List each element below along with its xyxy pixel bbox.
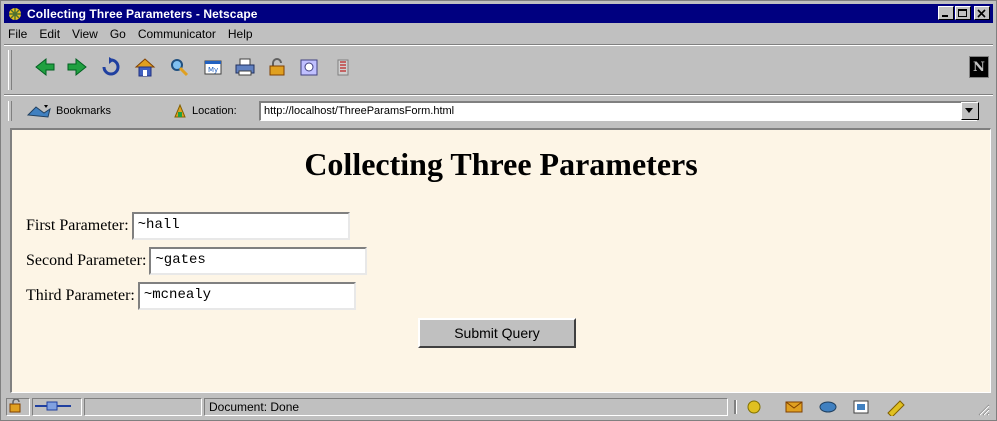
location-label-group: Location: — [172, 103, 237, 119]
first-parameter-input[interactable]: ~hall — [131, 212, 350, 240]
forward-button[interactable] — [64, 54, 90, 80]
composer-icon — [853, 400, 869, 414]
security-button[interactable] — [264, 54, 290, 80]
menu-go[interactable]: Go — [104, 27, 132, 41]
locbar-grip[interactable] — [8, 101, 12, 121]
stop-icon — [337, 59, 349, 76]
print-button[interactable] — [232, 54, 258, 80]
url-dropdown-button[interactable] — [961, 102, 979, 120]
url-input[interactable]: http://localhost/ThreeParamsForm.html — [259, 101, 977, 121]
back-icon — [35, 57, 55, 77]
toolbar-divider — [4, 94, 993, 96]
connection-status-cell — [32, 398, 82, 416]
reload-icon — [102, 57, 120, 76]
page-content: Collecting Three Parameters First Parame… — [10, 128, 991, 393]
reload-button[interactable] — [98, 54, 124, 80]
forward-icon — [67, 57, 87, 77]
maximize-button[interactable] — [955, 6, 971, 20]
netscape-logo[interactable]: N — [969, 56, 989, 78]
search-icon — [171, 59, 189, 77]
print-icon — [235, 58, 255, 76]
field-row-second: Second Parameter: ~gates — [26, 247, 368, 275]
connection-icon — [35, 401, 71, 411]
second-parameter-input[interactable]: ~gates — [149, 247, 368, 275]
discussion-icon — [819, 401, 837, 413]
bookmarks-icon — [26, 105, 51, 118]
menu-bar: File Edit View Go Communicator Help — [4, 24, 993, 43]
third-parameter-input[interactable]: ~mcnealy — [137, 282, 356, 310]
component-bar — [730, 398, 966, 418]
back-button[interactable] — [32, 54, 58, 80]
home-button[interactable] — [132, 54, 158, 80]
browser-window: Collecting Three Parameters - Netscape F… — [0, 0, 997, 421]
field-row-first: First Parameter: ~hall — [26, 212, 350, 240]
status-text: Document: Done — [209, 400, 300, 414]
svg-text:My: My — [208, 66, 218, 74]
netscape-app-icon — [7, 5, 23, 22]
home-icon — [134, 58, 156, 77]
dropdown-arrow-icon — [965, 108, 973, 113]
lock-icon — [9, 398, 21, 413]
shop-icon — [300, 59, 318, 76]
location-toolbar: Bookmarks Location: http://localhost/Thr… — [4, 97, 993, 125]
field-row-third: Third Parameter: ~mcnealy — [26, 282, 356, 310]
progress-cell — [84, 398, 202, 416]
location-label: Location: — [192, 105, 237, 117]
minimize-icon — [942, 15, 948, 17]
window-title: Collecting Three Parameters - Netscape — [27, 6, 258, 21]
navigation-toolbar: My N — [4, 46, 993, 94]
menu-help[interactable]: Help — [222, 27, 259, 41]
navigator-icon — [747, 400, 761, 414]
bookmarks-label: Bookmarks — [56, 105, 112, 117]
bookmarks-button[interactable]: Bookmarks — [26, 103, 111, 119]
mail-icon — [785, 401, 803, 413]
menu-edit[interactable]: Edit — [33, 27, 66, 41]
security-status-cell[interactable] — [6, 398, 30, 416]
close-icon — [977, 9, 986, 18]
component-bar-icons[interactable] — [730, 398, 966, 418]
edit-icon — [887, 400, 905, 418]
shop-button[interactable] — [296, 54, 322, 80]
minimize-button[interactable] — [938, 6, 954, 20]
second-parameter-label: Second Parameter: — [26, 252, 147, 269]
guide-icon: My — [204, 60, 222, 75]
toolbar-grip[interactable] — [8, 50, 12, 90]
search-button[interactable] — [166, 54, 192, 80]
menu-communicator[interactable]: Communicator — [132, 27, 222, 41]
security-icon — [269, 58, 285, 76]
submit-query-button[interactable]: Submit Query — [418, 318, 576, 348]
stop-button[interactable] — [330, 54, 356, 80]
maximize-icon — [958, 9, 967, 17]
first-parameter-label: First Parameter: — [26, 217, 129, 234]
close-button[interactable] — [974, 6, 990, 20]
menu-view[interactable]: View — [66, 27, 104, 41]
page-proxy-icon[interactable] — [172, 103, 188, 119]
resize-grip-icon[interactable] — [976, 402, 990, 416]
status-bar: Document: Done — [4, 396, 993, 418]
menu-file[interactable]: File — [4, 27, 33, 41]
guide-button[interactable]: My — [200, 54, 226, 80]
title-bar[interactable]: Collecting Three Parameters - Netscape — [4, 4, 993, 23]
page-heading: Collecting Three Parameters — [304, 146, 698, 182]
third-parameter-label: Third Parameter: — [26, 287, 135, 304]
